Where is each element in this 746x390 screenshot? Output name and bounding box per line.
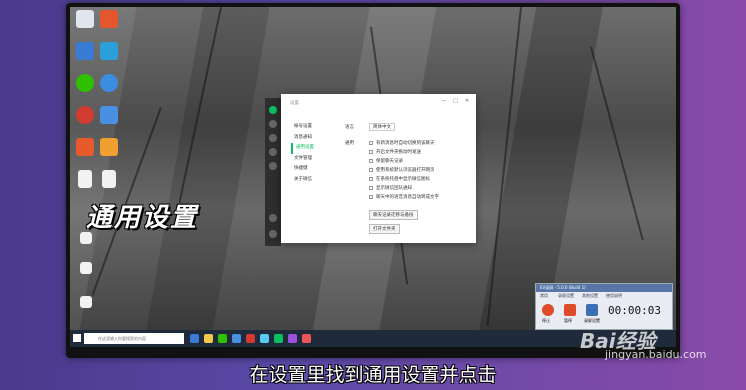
file-icon[interactable]: [80, 262, 92, 274]
file-icon[interactable]: [80, 296, 92, 308]
nav-about[interactable]: 关于微信: [291, 175, 314, 186]
nav-files[interactable]: 文件管理: [291, 154, 314, 165]
recording-timer: 00:00:03: [608, 304, 661, 317]
option-checkbox[interactable]: 开启文件夹拖动时发送: [369, 149, 421, 155]
option-checkbox[interactable]: 保留聊天记录: [369, 158, 403, 164]
app-icon-chart[interactable]: [100, 138, 118, 156]
taskbar-app-icon[interactable]: [232, 334, 241, 343]
option-checkbox[interactable]: 聊天中的语音消息自动转成文字: [369, 194, 439, 200]
taskbar-app-icon[interactable]: [246, 334, 255, 343]
taskbar-app-icon[interactable]: [274, 334, 283, 343]
language-label: 语言: [345, 125, 354, 130]
app-icon-doc[interactable]: [76, 138, 94, 156]
taskbar-app-icon[interactable]: [204, 334, 213, 343]
settings-label: 录屏设置: [584, 318, 600, 323]
file-icon[interactable]: [102, 170, 116, 188]
app-icon-blue[interactable]: [76, 42, 94, 60]
screen-recorder-window: EV录屏 - 5.0.0 (Build 1) 常用 录屏设置 其他设置 使用说明…: [535, 283, 673, 330]
taskbar-search[interactable]: 在这里输入你要搜索的内容: [84, 333, 184, 344]
nav-account[interactable]: 帐号设置: [291, 122, 314, 133]
minimize-button[interactable]: —: [441, 98, 446, 104]
taskbar-app-icon[interactable]: [288, 334, 297, 343]
start-button[interactable]: [73, 334, 81, 342]
file-icon[interactable]: [78, 170, 92, 188]
taskbar-app-icon[interactable]: [302, 334, 311, 343]
overlay-caption: 通用设置: [86, 203, 199, 233]
stop-record-button[interactable]: [542, 304, 554, 316]
stop-label: 停止: [542, 318, 550, 323]
taskbar-app-icon[interactable]: [260, 334, 269, 343]
app-icon-red[interactable]: [100, 10, 118, 28]
contacts-icon[interactable]: [269, 120, 277, 128]
nav-shortcuts[interactable]: 快捷键: [291, 164, 314, 175]
app-icon-search[interactable]: [100, 106, 118, 124]
option-checkbox[interactable]: 显示微信团队通知: [369, 185, 412, 191]
pause-record-button[interactable]: [564, 304, 576, 316]
recorder-settings-button[interactable]: [586, 304, 598, 316]
maximize-button[interactable]: □: [453, 98, 458, 104]
subtitle: 在设置里找到通用设置并点击: [249, 364, 497, 386]
recycle-bin-icon[interactable]: [76, 10, 94, 28]
close-button[interactable]: ✕: [465, 98, 469, 104]
taskbar-app-icon[interactable]: [190, 334, 199, 343]
recorder-tab[interactable]: 录屏设置: [558, 293, 574, 299]
pause-label: 暂停: [564, 318, 572, 323]
recorder-title: EV录屏 - 5.0.0 (Build 1): [536, 284, 672, 292]
recorder-tab[interactable]: 使用说明: [606, 293, 622, 299]
netease-music-icon[interactable]: [76, 106, 94, 124]
moments-icon[interactable]: [269, 162, 277, 170]
nav-notifications[interactable]: 消息通知: [291, 133, 314, 144]
phone-icon[interactable]: [269, 214, 277, 222]
app-icon-bird[interactable]: [100, 42, 118, 60]
recorder-tab[interactable]: 常用: [540, 293, 548, 299]
recorder-tab[interactable]: 其他设置: [582, 293, 598, 299]
chat-backup-button[interactable]: 聊天记录迁移与备份: [369, 210, 418, 220]
chat-icon[interactable]: [269, 106, 277, 114]
option-checkbox[interactable]: 在系统托盘中显示微信图标: [369, 176, 430, 182]
nav-general[interactable]: 通用设置: [291, 143, 314, 154]
app-icon-s[interactable]: [100, 74, 118, 92]
menu-icon[interactable]: [269, 230, 277, 238]
settings-dialog: 设置 — □ ✕ 帐号设置 消息通知 通用设置 文件管理 快捷键 关于微信 语言…: [281, 94, 476, 243]
favorites-icon[interactable]: [269, 134, 277, 142]
taskbar-app-icon[interactable]: [218, 334, 227, 343]
settings-nav: 帐号设置 消息通知 通用设置 文件管理 快捷键 关于微信: [291, 122, 314, 186]
wechat-icon[interactable]: [76, 74, 94, 92]
option-checkbox[interactable]: 使用系统默认浏览器打开网页: [369, 167, 435, 173]
open-folder-button[interactable]: 打开文件夹: [369, 224, 400, 234]
dialog-title: 设置: [290, 101, 299, 106]
language-select[interactable]: 简体中文: [369, 123, 395, 131]
general-label: 通用: [345, 141, 354, 146]
files-icon[interactable]: [269, 148, 277, 156]
wechat-sidebar: [265, 98, 281, 246]
option-checkbox[interactable]: 有新消息时自动切换到该聊天: [369, 140, 435, 146]
